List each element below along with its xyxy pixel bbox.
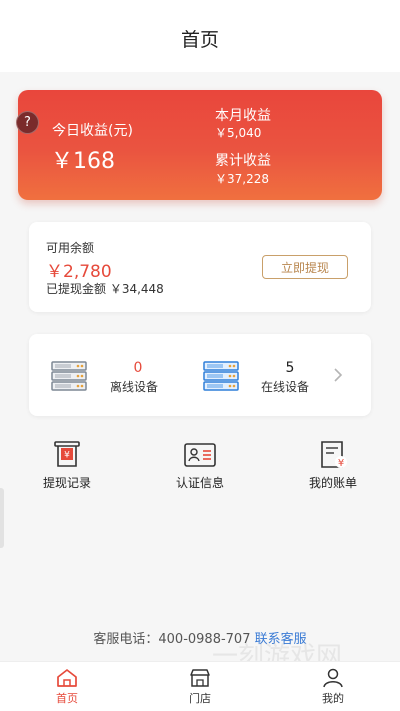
online-device-count: 5 bbox=[285, 360, 295, 376]
tab-home-label: 首页 bbox=[56, 692, 78, 705]
certification-info-label: 认证信息 bbox=[175, 476, 224, 490]
my-bill-button[interactable]: ¥ 我的账单 bbox=[278, 440, 388, 491]
withdraw-now-button[interactable]: 立即提现 bbox=[262, 255, 348, 279]
available-balance-value: ￥2,780 bbox=[46, 262, 112, 282]
server-icon-blue bbox=[203, 361, 239, 391]
withdraw-record-icon: ¥ bbox=[54, 441, 80, 467]
hotline-text: 客服电话：400-0988-707 bbox=[93, 632, 251, 647]
tab-store[interactable]: 门店 bbox=[170, 668, 230, 706]
tab-mine[interactable]: 我的 bbox=[303, 668, 363, 706]
store-icon bbox=[190, 669, 210, 687]
device-card[interactable]: 0 离线设备 5 在线设备 bbox=[29, 334, 371, 416]
user-icon bbox=[323, 668, 343, 688]
tab-store-label: 门店 bbox=[189, 692, 211, 705]
month-earnings-value: ￥5,040 bbox=[215, 126, 262, 140]
id-card-icon bbox=[184, 443, 216, 467]
withdrawn-amount: 已提现金额 ￥34,448 bbox=[46, 282, 164, 296]
online-device-label: 在线设备 bbox=[261, 380, 310, 394]
month-earnings-label: 本月收益 bbox=[215, 108, 271, 124]
withdraw-record-button[interactable]: ¥ 提现记录 bbox=[12, 440, 122, 491]
available-balance-label: 可用余额 bbox=[46, 241, 95, 255]
total-earnings-value: ￥37,228 bbox=[215, 172, 269, 186]
side-drawer-handle[interactable] bbox=[0, 488, 4, 548]
tab-mine-label: 我的 bbox=[322, 692, 344, 705]
home-icon bbox=[57, 669, 77, 687]
page-title: 首页 bbox=[180, 28, 219, 51]
svg-text:¥: ¥ bbox=[64, 451, 70, 461]
contact-service-link[interactable]: 联系客服 bbox=[255, 632, 307, 647]
today-earnings-value: ￥168 bbox=[51, 149, 115, 174]
customer-service-line: 客服电话：400-0988-707 联系客服 bbox=[0, 628, 400, 647]
question-glyph: ? bbox=[24, 115, 31, 130]
total-earnings-label: 累计收益 bbox=[215, 153, 271, 169]
balance-card: 可用余额 ￥2,780 已提现金额 ￥34,448 立即提现 bbox=[29, 222, 371, 312]
certification-info-button[interactable]: 认证信息 bbox=[145, 440, 255, 491]
chevron-right-icon[interactable] bbox=[333, 367, 343, 383]
svg-text:¥: ¥ bbox=[338, 458, 344, 469]
earnings-card: 今日收益(元) ￥168 本月收益 ￥5,040 累计收益 ￥37,228 bbox=[18, 90, 382, 200]
server-icon-gray bbox=[51, 361, 87, 391]
offline-device-label: 离线设备 bbox=[110, 380, 159, 394]
tab-home[interactable]: 首页 bbox=[37, 668, 97, 706]
offline-device-count: 0 bbox=[133, 360, 143, 376]
question-icon[interactable]: ? bbox=[16, 111, 39, 134]
header: 首页 bbox=[0, 0, 400, 72]
today-earnings-label: 今日收益(元) bbox=[52, 123, 133, 139]
my-bill-label: 我的账单 bbox=[308, 476, 357, 490]
bottom-tabbar: 首页 门店 我的 bbox=[0, 661, 400, 711]
withdraw-record-label: 提现记录 bbox=[42, 476, 91, 490]
bill-icon: ¥ bbox=[321, 441, 347, 469]
